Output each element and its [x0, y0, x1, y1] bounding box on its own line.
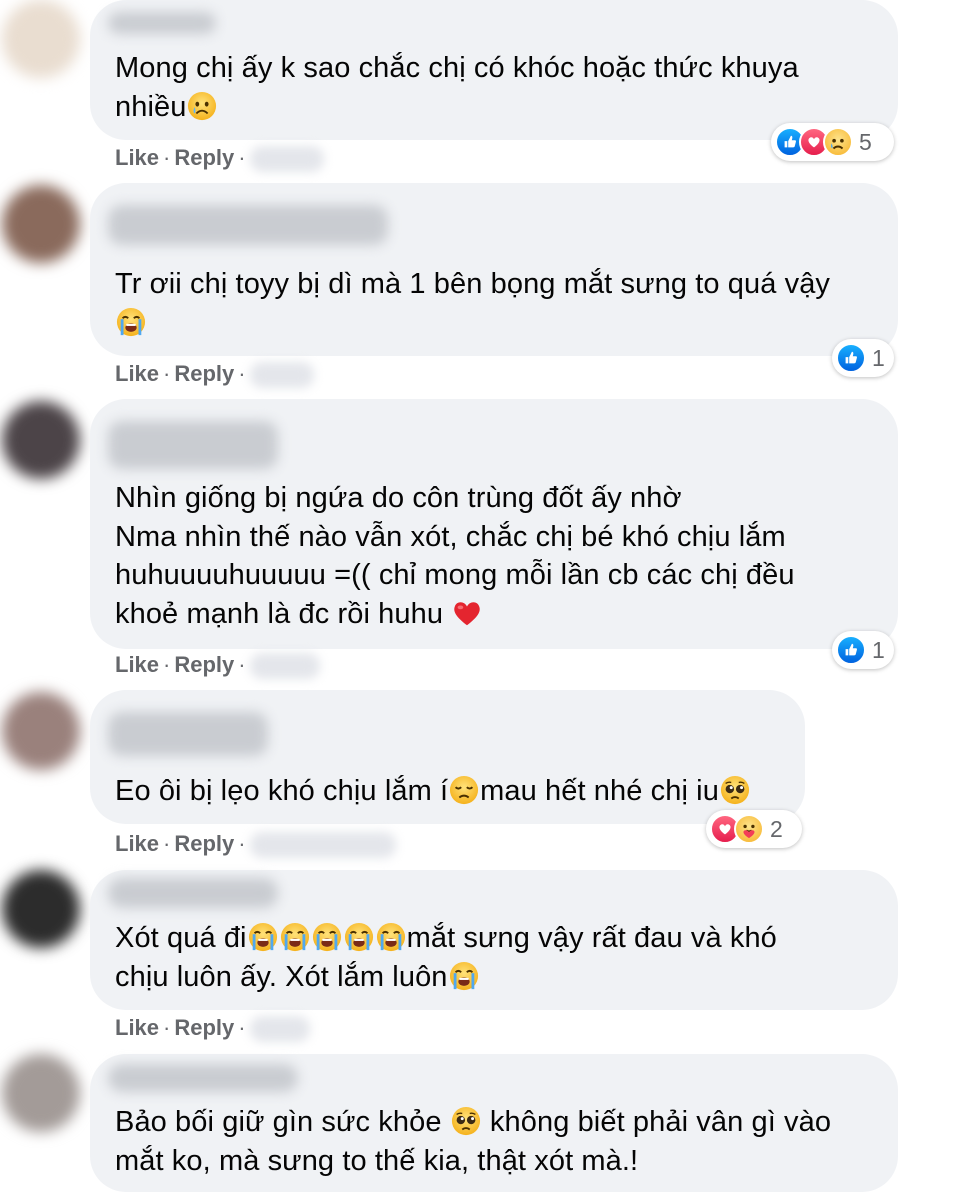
- like-button[interactable]: Like: [115, 361, 159, 386]
- commenter-name[interactable]: [108, 12, 216, 34]
- reply-button[interactable]: Reply: [174, 1015, 234, 1040]
- avatar[interactable]: [2, 185, 80, 263]
- like-button[interactable]: Like: [115, 831, 159, 856]
- reaction-count: 1: [872, 344, 885, 371]
- avatar[interactable]: [2, 692, 80, 770]
- separator: ·: [163, 1015, 171, 1040]
- comment-bubble: Eo ôi bị lẹo khó chịu lắm í mau hết nhé c…: [90, 690, 805, 824]
- separator: ·: [163, 831, 171, 856]
- separator: ·: [238, 1015, 246, 1040]
- loudly-crying-face-icon: [344, 922, 374, 952]
- loudly-crying-face-icon: [116, 307, 146, 337]
- like-button[interactable]: Like: [115, 652, 159, 677]
- timestamp[interactable]: [249, 362, 314, 389]
- comment-bubble: Nhìn giống bị ngứa do côn trùng đốt ấy n…: [90, 399, 898, 649]
- loudly-crying-face-icon: [376, 922, 406, 952]
- comment-text: Tr ơii chị toyy bị dì mà 1 bên bọng mắt …: [115, 265, 830, 342]
- pleading-face-icon: [720, 775, 750, 805]
- separator: ·: [238, 145, 246, 170]
- care-icon: [734, 814, 764, 844]
- commenter-name[interactable]: [108, 712, 268, 756]
- timestamp[interactable]: [249, 832, 396, 859]
- comment-bubble: Bảo bối giữ gìn sức khỏe không biết phải…: [90, 1054, 898, 1192]
- comment-actions: Like · Reply ·: [115, 359, 314, 389]
- comment-actions: Like · Reply ·: [115, 143, 324, 173]
- reaction-count: 5: [859, 128, 872, 155]
- reply-button[interactable]: Reply: [174, 145, 234, 170]
- pleading-face-icon: [451, 1106, 481, 1136]
- comment-actions: Like · Reply ·: [115, 829, 396, 859]
- separator: ·: [238, 361, 246, 386]
- reaction-summary[interactable]: 2: [706, 810, 802, 848]
- reaction-summary[interactable]: 1: [832, 631, 894, 669]
- commenter-name[interactable]: [108, 878, 278, 908]
- timestamp[interactable]: [249, 1016, 310, 1043]
- reply-button[interactable]: Reply: [174, 361, 234, 386]
- avatar[interactable]: [2, 870, 80, 948]
- like-button[interactable]: Like: [115, 145, 159, 170]
- separator: ·: [163, 145, 171, 170]
- comment-actions: Like · Reply ·: [115, 1013, 310, 1043]
- like-icon: [836, 635, 866, 665]
- reply-button[interactable]: Reply: [174, 831, 234, 856]
- reaction-summary[interactable]: 1: [832, 339, 894, 377]
- separator: ·: [238, 652, 246, 677]
- comment-actions: Like · Reply ·: [115, 650, 320, 680]
- comment-text: Eo ôi bị lẹo khó chịu lắm í mau hết nhé c…: [115, 772, 751, 811]
- reaction-count: 1: [872, 636, 885, 663]
- loudly-crying-face-icon: [312, 922, 342, 952]
- commenter-name[interactable]: [108, 421, 278, 469]
- loudly-crying-face-icon: [248, 922, 278, 952]
- reaction-summary[interactable]: 5: [771, 123, 894, 161]
- disappointed-face-icon: [449, 775, 479, 805]
- avatar[interactable]: [2, 0, 80, 78]
- comment-bubble: Tr ơii chị toyy bị dì mà 1 bên bọng mắt …: [90, 183, 898, 356]
- like-icon: [836, 343, 866, 373]
- red-heart-icon: [452, 598, 482, 628]
- timestamp[interactable]: [249, 146, 324, 173]
- comment-text: Nhìn giống bị ngứa do côn trùng đốt ấy n…: [115, 482, 795, 630]
- reply-button[interactable]: Reply: [174, 652, 234, 677]
- loudly-crying-face-icon: [280, 922, 310, 952]
- separator: ·: [163, 652, 171, 677]
- comment-text: Mong chị ấy k sao chắc chị có khóc hoặc …: [115, 52, 799, 123]
- comment-text: Xót quá đi mắt sưng vậy rất đau và khó ch…: [115, 922, 777, 993]
- sad-icon: [823, 127, 853, 157]
- comment-bubble: Mong chị ấy k sao chắc chị có khóc hoặc …: [90, 0, 898, 140]
- commenter-name[interactable]: [108, 1064, 298, 1092]
- loudly-crying-face-icon: [449, 961, 479, 991]
- comment-text: Bảo bối giữ gìn sức khỏe không biết phải…: [115, 1106, 832, 1177]
- commenter-name[interactable]: [108, 205, 388, 245]
- avatar[interactable]: [2, 1054, 80, 1132]
- like-button[interactable]: Like: [115, 1015, 159, 1040]
- separator: ·: [163, 361, 171, 386]
- comment-bubble: Xót quá đi mắt sưng vậy rất đau và khó ch…: [90, 870, 898, 1010]
- sad-face-icon: [187, 91, 217, 121]
- avatar[interactable]: [2, 401, 80, 479]
- separator: ·: [238, 831, 246, 856]
- timestamp[interactable]: [249, 653, 320, 680]
- reaction-count: 2: [770, 815, 783, 842]
